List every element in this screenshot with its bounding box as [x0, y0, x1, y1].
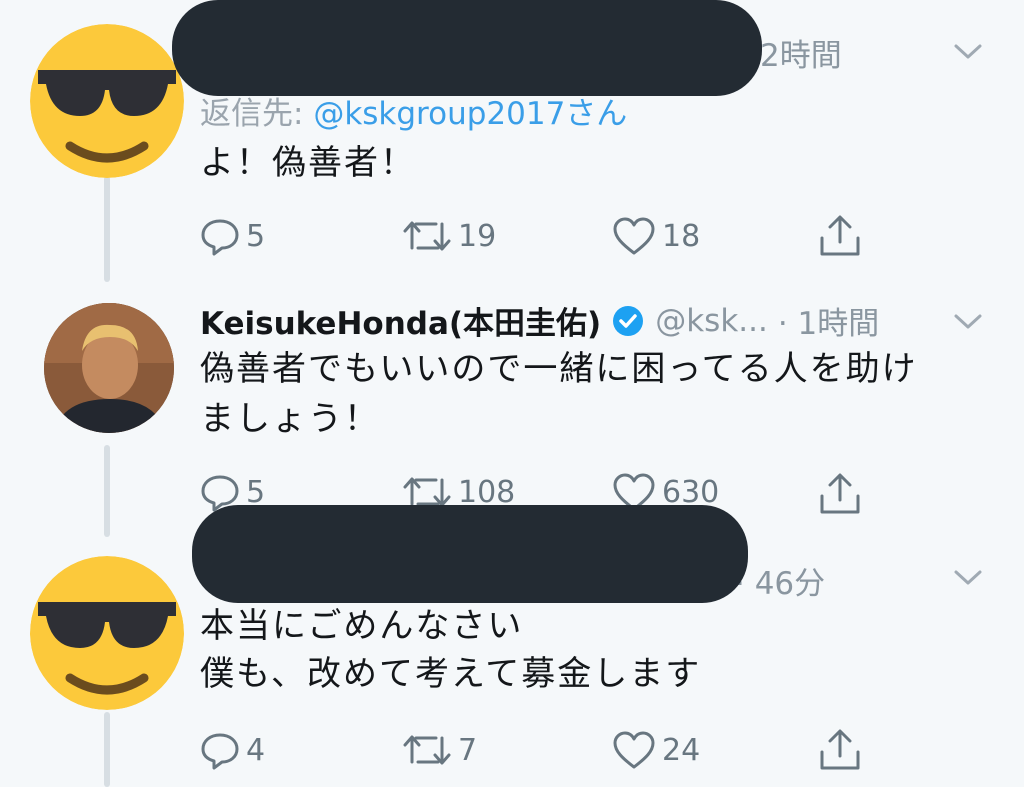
user-handle[interactable]: @ksk...: [655, 303, 768, 339]
tweet-header: KeisukeHonda(本田圭佑) @ksk... · 1時間: [200, 298, 879, 343]
retweet-count: 19: [458, 218, 497, 254]
retweet-button[interactable]: 19: [402, 216, 496, 256]
reply-count: 5: [246, 218, 266, 254]
reply-button[interactable]: 4: [200, 730, 265, 770]
like-button[interactable]: 24: [612, 730, 700, 770]
tweet-time: 2時間: [760, 38, 842, 74]
tweet-time: · 1時間: [777, 306, 880, 342]
retweet-count: 7: [458, 732, 478, 768]
tweet-text-line: 本当にごめんなさい: [200, 606, 524, 646]
chevron-down-icon[interactable]: [953, 568, 983, 588]
tweet-text-line: 偽善者でもいいので一緒に困ってる人を助け: [200, 349, 918, 389]
thread-line: [104, 176, 110, 282]
share-icon[interactable]: [818, 728, 862, 772]
display-name[interactable]: KeisukeHonda(本田圭佑): [200, 298, 601, 343]
profile-photo: [44, 303, 174, 433]
reply-to-handle-link[interactable]: @kskgroup2017: [313, 96, 565, 132]
chevron-down-icon[interactable]: [953, 312, 983, 332]
like-icon: [613, 217, 655, 255]
thread-line: [104, 445, 110, 537]
avatar[interactable]: [30, 556, 184, 710]
redaction-bar: [192, 505, 748, 603]
reply-to-suffix: さん: [565, 96, 628, 132]
retweet-button[interactable]: 7: [402, 730, 477, 770]
like-button[interactable]: 18: [612, 216, 700, 256]
chevron-down-icon[interactable]: [953, 42, 983, 62]
share-icon[interactable]: [818, 214, 862, 258]
tweet-time: · 46分: [735, 566, 826, 602]
like-count: 18: [662, 218, 701, 254]
avatar[interactable]: [30, 24, 184, 178]
tweet-text: よ！偽善者！: [200, 143, 416, 183]
thread-line: [104, 712, 110, 787]
like-count: 24: [662, 732, 701, 768]
retweet-icon: [403, 221, 451, 251]
reply-button[interactable]: 5: [200, 216, 265, 256]
retweet-icon: [403, 735, 451, 765]
reply-count: 4: [246, 732, 266, 768]
reply-to-prefix: 返信先:: [200, 96, 314, 132]
share-icon[interactable]: [818, 472, 862, 516]
like-icon: [613, 731, 655, 769]
verified-badge-icon: [613, 305, 644, 336]
redaction-bar: [172, 0, 762, 96]
sunglasses-emoji-avatar-icon: [30, 556, 184, 710]
reply-icon: [201, 733, 239, 770]
tweet-text-line: ましょう！: [200, 399, 380, 439]
sunglasses-emoji-avatar-icon: [30, 24, 184, 178]
tweet-text-line: 僕も、改めて考えて募金します: [200, 654, 702, 694]
avatar[interactable]: [44, 303, 174, 433]
reply-icon: [201, 219, 239, 256]
